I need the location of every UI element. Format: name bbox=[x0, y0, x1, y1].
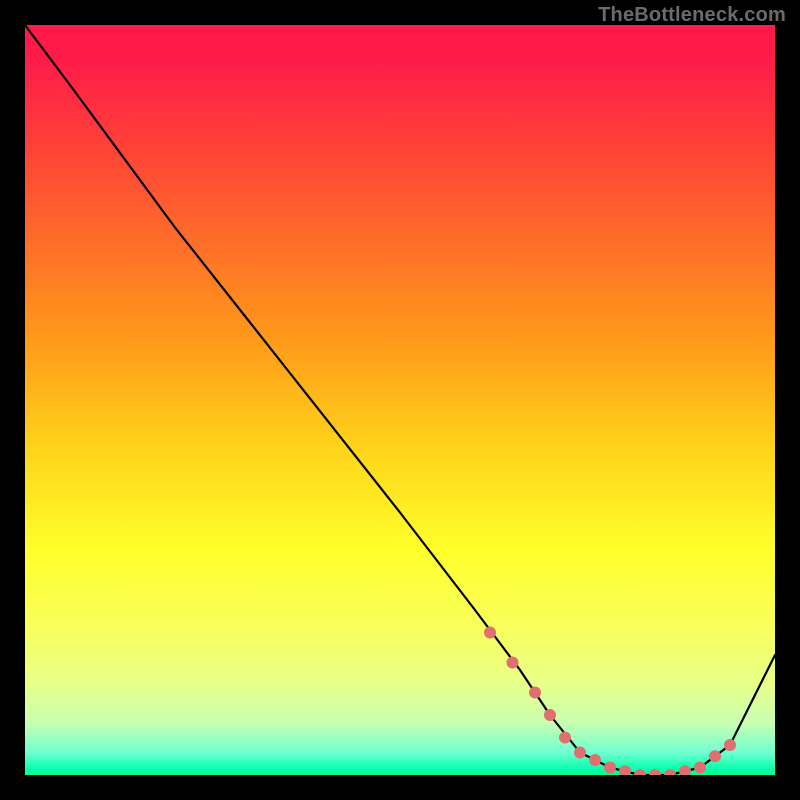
curve-marker bbox=[724, 739, 736, 751]
curve-marker bbox=[709, 750, 721, 762]
attribution-label: TheBottleneck.com bbox=[598, 4, 786, 27]
curve-marker bbox=[604, 762, 616, 774]
curve-marker bbox=[694, 762, 706, 774]
chart-stage: TheBottleneck.com bbox=[0, 0, 800, 800]
curve-marker bbox=[589, 754, 601, 766]
chart-overlay-svg bbox=[25, 25, 775, 775]
curve-marker bbox=[559, 732, 571, 744]
curve-marker bbox=[529, 687, 541, 699]
curve-marker bbox=[484, 627, 496, 639]
marker-group bbox=[484, 627, 736, 776]
curve-marker bbox=[649, 769, 661, 775]
bottleneck-curve-line bbox=[25, 25, 775, 775]
curve-marker bbox=[619, 765, 631, 775]
curve-marker bbox=[507, 657, 519, 669]
curve-marker bbox=[679, 765, 691, 775]
plot-area bbox=[25, 25, 775, 775]
curve-marker bbox=[574, 747, 586, 759]
curve-marker bbox=[544, 709, 556, 721]
curve-marker bbox=[664, 769, 676, 775]
curve-marker bbox=[634, 769, 646, 775]
